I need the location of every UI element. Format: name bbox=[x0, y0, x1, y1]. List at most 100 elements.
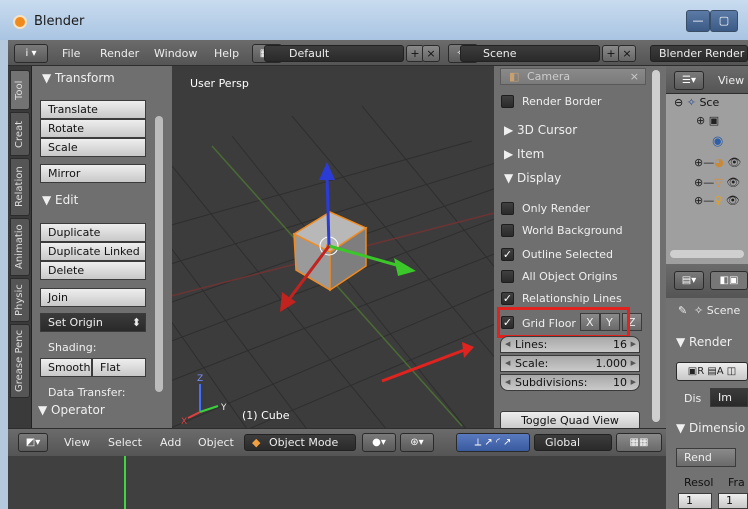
minimize-button[interactable]: — bbox=[686, 10, 710, 32]
3d-cursor-panel-header[interactable]: ▶ 3D Cursor bbox=[494, 120, 634, 140]
menu-window[interactable]: Window bbox=[154, 47, 197, 60]
render-border-checkbox[interactable] bbox=[501, 95, 514, 108]
frame-start-field[interactable]: 1 bbox=[718, 493, 748, 509]
render-buttons-row[interactable]: ▣R ▤A ◫ bbox=[676, 362, 748, 381]
minimize-icon: — bbox=[692, 14, 704, 27]
decrement-arrow-icon[interactable]: ◀ bbox=[505, 356, 510, 371]
tool-shelf-scrollbar[interactable] bbox=[155, 116, 163, 392]
relationship-lines-checkbox[interactable]: ✓ bbox=[501, 292, 514, 305]
object-mode-dropdown[interactable]: ◆ Object Mode bbox=[244, 434, 356, 451]
camera-field[interactable]: ◧ Camera × bbox=[500, 68, 646, 85]
increment-arrow-icon[interactable]: ▶ bbox=[631, 337, 636, 352]
maximize-icon: ▢ bbox=[718, 14, 730, 27]
menu-add[interactable]: Add bbox=[160, 436, 181, 449]
operator-panel-header[interactable]: ▼ Operator bbox=[8, 400, 172, 420]
lines-label: Lines: bbox=[515, 338, 548, 351]
menu-object[interactable]: Object bbox=[198, 436, 234, 449]
join-button[interactable]: Join bbox=[40, 288, 146, 307]
translate-button[interactable]: Translate bbox=[40, 100, 146, 119]
edit-panel-header[interactable]: ▼ Edit bbox=[32, 190, 172, 210]
pivot-point-button[interactable]: ⊛▾ bbox=[400, 433, 434, 452]
display-label: Dis bbox=[684, 392, 702, 405]
transform-panel-header[interactable]: ▼ Transform bbox=[32, 68, 172, 88]
properties-shelf-scrollbar[interactable] bbox=[652, 70, 660, 422]
transform-orientation-dropdown[interactable]: Global bbox=[534, 434, 612, 451]
mirror-button[interactable]: Mirror bbox=[40, 164, 146, 183]
smooth-button[interactable]: Smooth bbox=[40, 358, 92, 377]
info-icon: i bbox=[25, 48, 29, 59]
world-icon[interactable]: ◉ bbox=[712, 134, 723, 149]
shading-label: Shading: bbox=[48, 341, 97, 354]
lines-field[interactable]: ◀ Lines: 16 ▶ bbox=[500, 336, 640, 353]
display-dropdown[interactable]: Im bbox=[710, 388, 748, 407]
set-origin-dropdown[interactable]: Set Origin ⬍ bbox=[40, 313, 146, 332]
flat-button[interactable]: Flat bbox=[92, 358, 146, 377]
3d-view-header: ◩▾ View Select Add Object ◆ Object Mode … bbox=[8, 428, 666, 456]
remove-scene-button[interactable]: × bbox=[618, 45, 636, 62]
render-panel-header[interactable]: ▼ Render bbox=[666, 332, 748, 352]
increment-arrow-icon[interactable]: ▶ bbox=[631, 375, 636, 390]
editor-type-3d-view-button[interactable]: ◩▾ bbox=[18, 433, 48, 452]
properties-editor-type-button[interactable]: ▤▾ bbox=[674, 271, 704, 290]
outliner-scrollbar[interactable] bbox=[670, 250, 744, 258]
editor-type-info-button[interactable]: i ▾ bbox=[14, 44, 48, 63]
resolution-x-field[interactable]: 1 bbox=[678, 493, 712, 509]
outliner-editor-type-button[interactable]: ☰▾ bbox=[674, 71, 704, 90]
current-frame-marker[interactable] bbox=[124, 456, 126, 509]
dimensions-panel-header[interactable]: ▼ Dimensio bbox=[666, 418, 748, 438]
tab-grease-pencil[interactable]: Grease Penc bbox=[10, 324, 30, 398]
outliner-camera-row[interactable]: ⊕—◕ 👁 bbox=[694, 156, 741, 169]
3d-viewport[interactable]: Z Y X User Persp (1) Cube bbox=[172, 66, 494, 428]
duplicate-linked-button[interactable]: Duplicate Linked bbox=[40, 242, 146, 261]
layers-grid[interactable]: ▦▦ bbox=[616, 433, 662, 452]
increment-arrow-icon[interactable]: ▶ bbox=[631, 356, 636, 371]
menu-help[interactable]: Help bbox=[214, 47, 239, 60]
rotate-button[interactable]: Rotate bbox=[40, 119, 146, 138]
scene-field[interactable]: Scene bbox=[460, 45, 600, 62]
object-mode-label: Object Mode bbox=[269, 436, 339, 449]
maximize-button[interactable]: ▢ bbox=[710, 10, 738, 32]
axis-z-label: Z bbox=[197, 374, 203, 384]
viewport-shading-button[interactable]: ●▾ bbox=[362, 433, 396, 452]
eye-icon[interactable]: 👁 bbox=[726, 176, 740, 189]
scale-button[interactable]: Scale bbox=[40, 138, 146, 157]
layout-field[interactable]: Default bbox=[264, 45, 404, 62]
pin-icon[interactable]: ✎ bbox=[678, 304, 687, 317]
delete-button[interactable]: Delete bbox=[40, 261, 146, 280]
remove-layout-button[interactable]: × bbox=[422, 45, 440, 62]
info-header: i ▾ File Render Window Help ▦▾ Default +… bbox=[8, 40, 748, 66]
duplicate-button[interactable]: Duplicate bbox=[40, 223, 146, 242]
display-panel-header[interactable]: ▼ Display bbox=[494, 168, 634, 188]
close-icon[interactable]: × bbox=[630, 69, 639, 84]
subdivisions-field[interactable]: ◀ Subdivisions: 10 ▶ bbox=[500, 374, 640, 391]
decrement-arrow-icon[interactable]: ◀ bbox=[505, 375, 510, 390]
tab-physics[interactable]: Physic bbox=[10, 278, 30, 322]
menu-render[interactable]: Render bbox=[100, 47, 139, 60]
outliner-view-menu[interactable]: View bbox=[718, 74, 744, 87]
render-engine-field[interactable]: Blender Render bbox=[650, 45, 748, 62]
render-presets-dropdown[interactable]: Rend bbox=[676, 448, 736, 467]
outliner-cube-row[interactable]: ⊕—▽ 👁 bbox=[694, 176, 740, 189]
outliner-renderlayers-row[interactable]: ⊕ ▣ bbox=[696, 114, 719, 127]
tab-animation[interactable]: Animatio bbox=[10, 218, 30, 276]
item-panel-header[interactable]: ▶ Item bbox=[494, 144, 634, 164]
menu-view[interactable]: View bbox=[64, 436, 90, 449]
all-object-origins-checkbox[interactable] bbox=[501, 270, 514, 283]
eye-icon[interactable]: 👁 bbox=[726, 194, 740, 207]
eye-icon[interactable]: 👁 bbox=[727, 156, 741, 169]
world-background-checkbox[interactable] bbox=[501, 224, 514, 237]
tab-tool[interactable]: Tool bbox=[10, 70, 30, 110]
decrement-arrow-icon[interactable]: ◀ bbox=[505, 337, 510, 352]
menu-select[interactable]: Select bbox=[108, 436, 142, 449]
scale-field[interactable]: ◀ Scale: 1.000 ▶ bbox=[500, 355, 640, 372]
timeline-area[interactable] bbox=[8, 456, 666, 509]
only-render-checkbox[interactable] bbox=[501, 202, 514, 215]
manipulator-buttons[interactable]: ⟂ ↗ ◜ ↗ bbox=[456, 433, 530, 452]
outline-selected-checkbox[interactable]: ✓ bbox=[501, 248, 514, 261]
tab-relation[interactable]: Relation bbox=[10, 158, 30, 216]
outliner-lamp-row[interactable]: ⊕—♀ 👁 bbox=[694, 194, 740, 207]
render-tab-icons[interactable]: ◧▣ bbox=[710, 271, 748, 290]
menu-file[interactable]: File bbox=[62, 47, 80, 60]
outliner-scene-row[interactable]: ⊖ ✧ Sce bbox=[674, 96, 719, 109]
tab-create[interactable]: Creat bbox=[10, 112, 30, 156]
